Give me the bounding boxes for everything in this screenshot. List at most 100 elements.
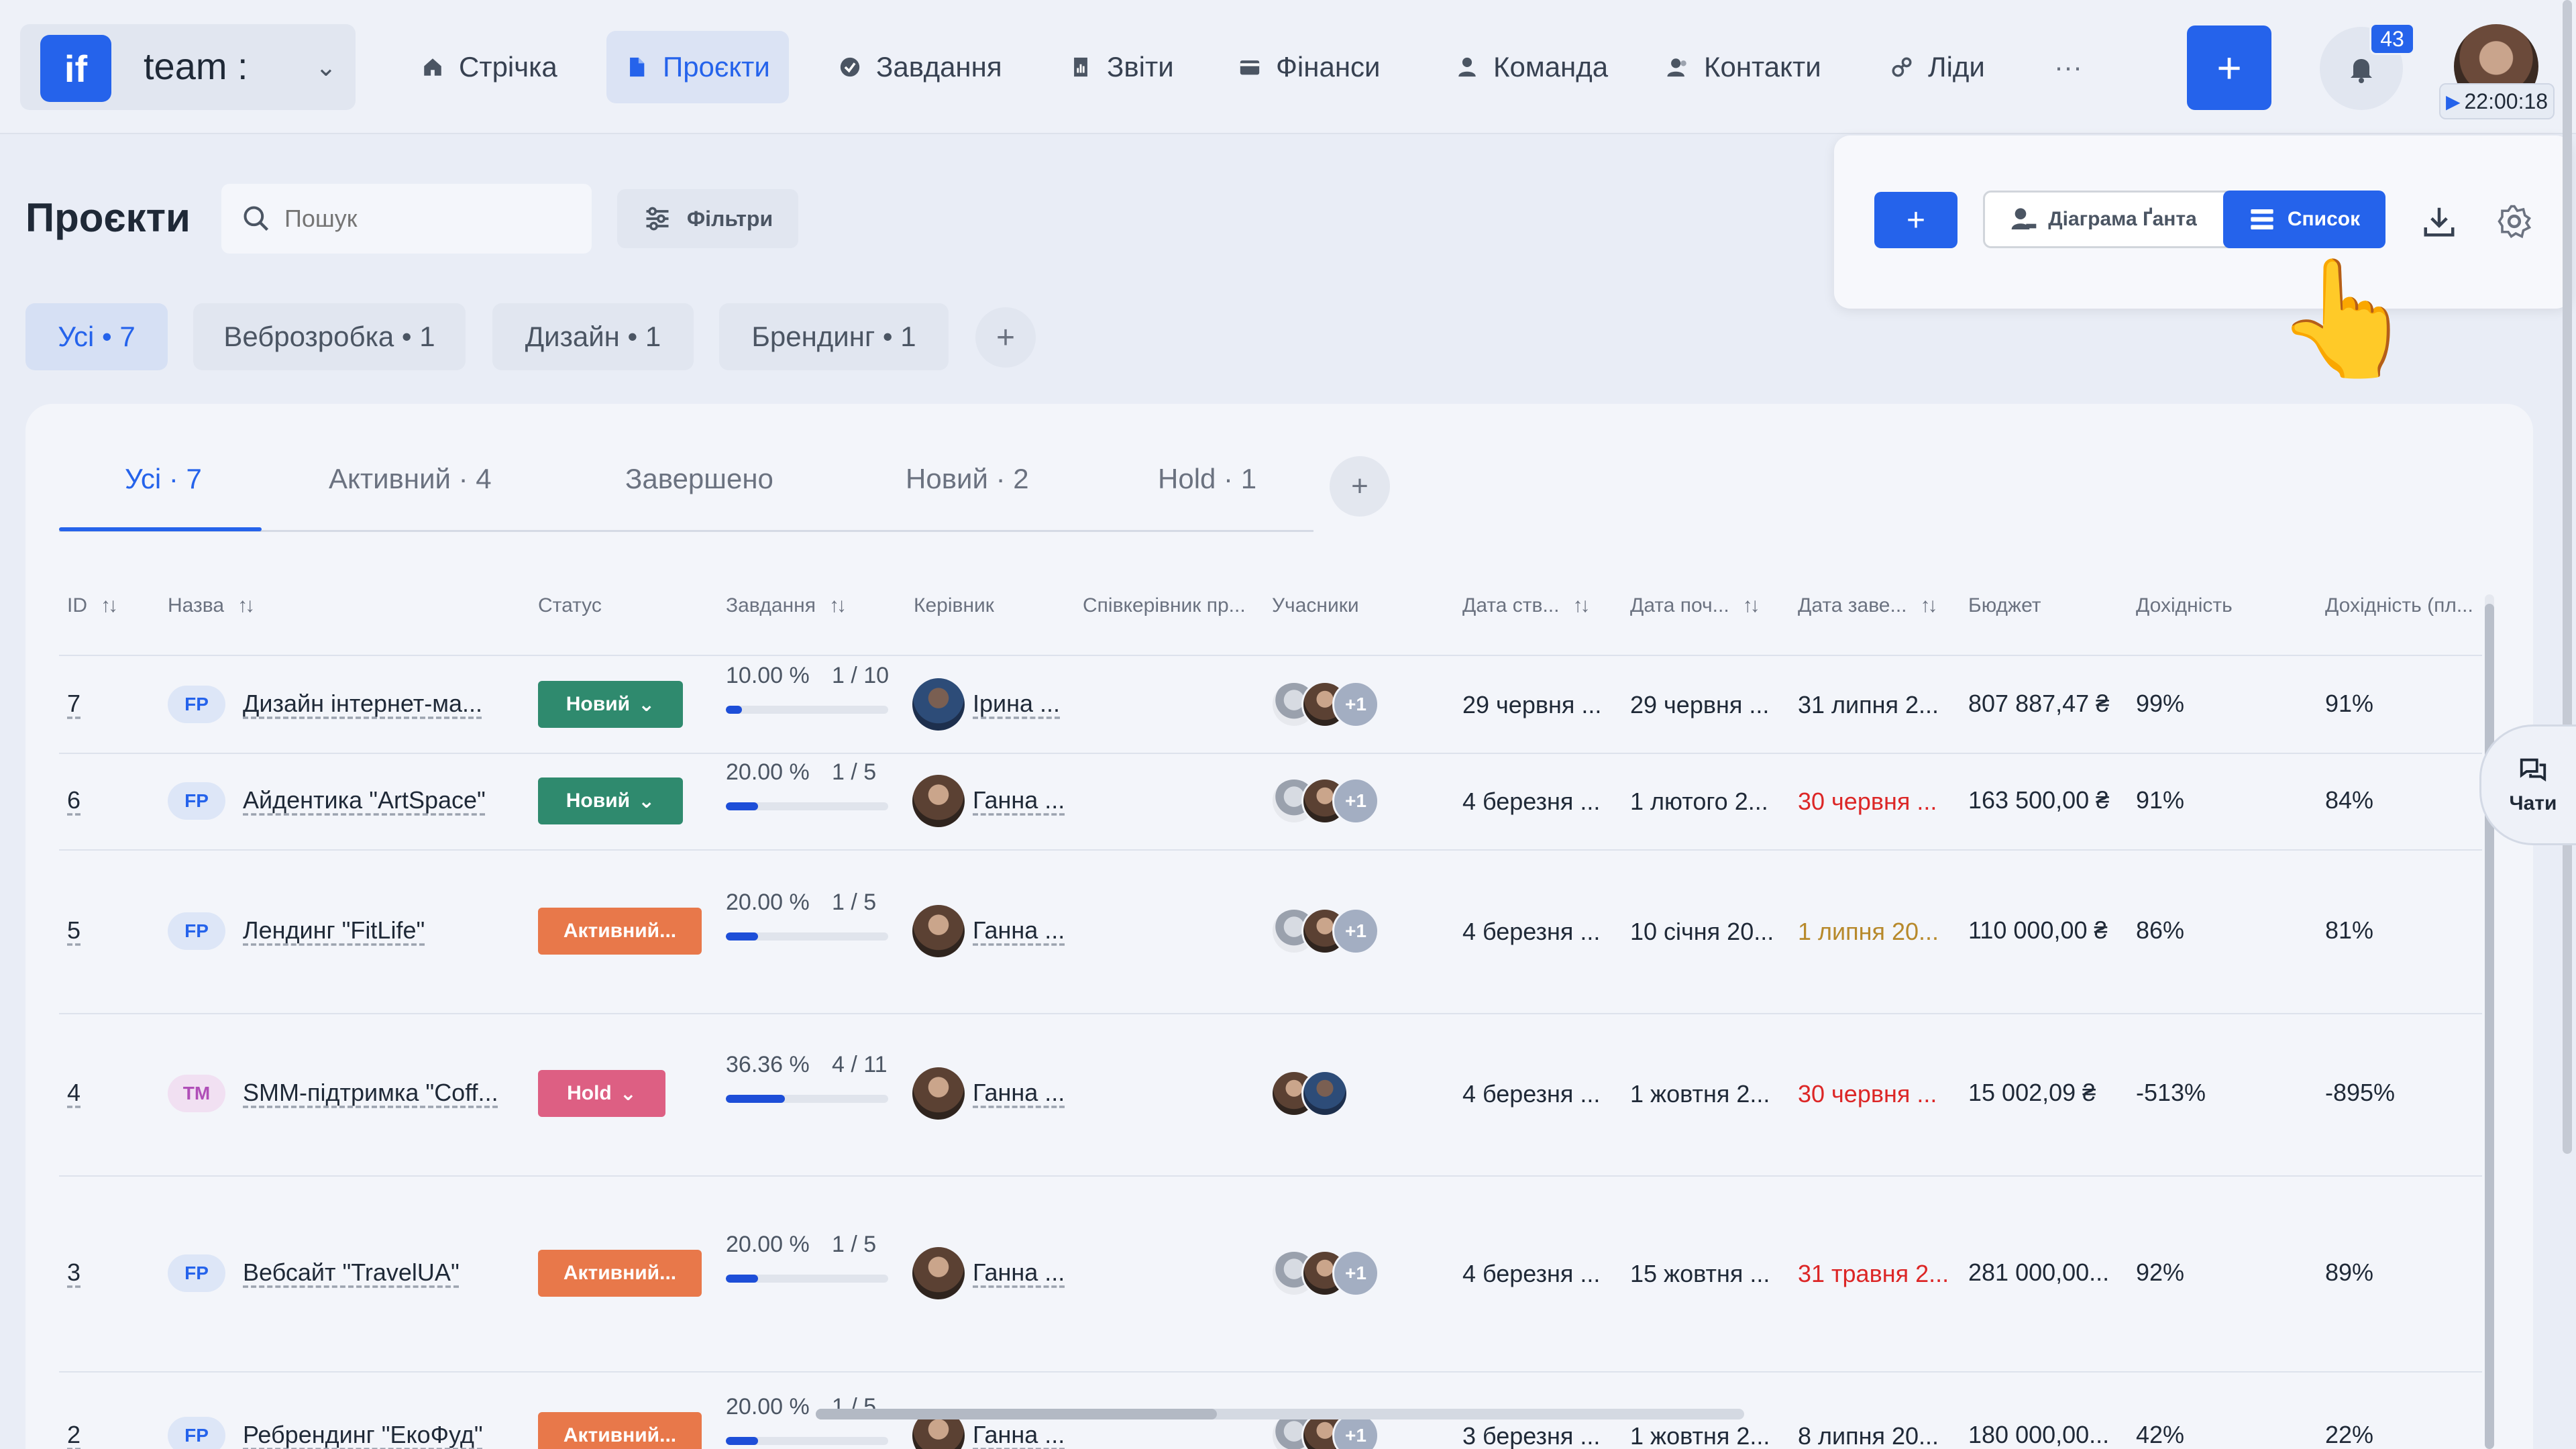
project-id[interactable]: 6 <box>67 786 80 814</box>
created-date: 4 березня ... <box>1462 1080 1601 1108</box>
manager-avatar[interactable] <box>912 775 965 827</box>
sort-icon[interactable]: ↑↓ <box>1572 594 1590 617</box>
column-label: ID <box>67 594 87 616</box>
nav-item-finance[interactable]: Фінанси <box>1220 31 1399 103</box>
list-view-button[interactable]: Список <box>2223 191 2385 248</box>
column-header-end[interactable]: Дата заве... ↑↓ <box>1798 594 1938 617</box>
sort-icon[interactable]: ↑↓ <box>237 594 255 617</box>
play-icon: ▶ <box>2445 91 2461 112</box>
participants-more-badge[interactable]: +1 <box>1332 908 1379 955</box>
column-header-manager: Керівник <box>914 594 994 617</box>
project-id[interactable]: 3 <box>67 1258 80 1287</box>
nav-item-leads[interactable]: Ліди <box>1872 31 2004 103</box>
active-tab-indicator <box>59 527 262 531</box>
project-id[interactable]: 2 <box>67 1421 80 1449</box>
global-add-button[interactable]: + <box>2187 25 2271 110</box>
time-tracker[interactable]: ▶ 22:00:18 <box>2439 83 2555 119</box>
column-header-created[interactable]: Дата ств... ↑↓ <box>1462 594 1590 617</box>
nav-item-team[interactable]: Команда <box>1437 31 1627 103</box>
task-progress-percent: 36.36 % <box>726 1052 810 1077</box>
manager-name-link[interactable]: Ганна ... <box>973 1079 1065 1107</box>
add-status-tab-button[interactable]: + <box>1330 456 1390 517</box>
end-date: 31 липня 2... <box>1798 691 1939 718</box>
manager-name-link[interactable]: Ганна ... <box>973 916 1065 945</box>
project-name-link[interactable]: Ребрендинг "ЕкоФуд" <box>243 1421 483 1449</box>
project-id[interactable]: 7 <box>67 690 80 718</box>
nav-item-contacts[interactable]: Контакти <box>1648 31 1840 103</box>
task-progress-fill <box>726 1095 785 1103</box>
manager-avatar[interactable] <box>912 905 965 957</box>
search-input[interactable] <box>284 205 566 233</box>
sort-icon[interactable]: ↑↓ <box>1921 594 1938 617</box>
status-dropdown[interactable]: Hold ⌄ <box>538 1070 665 1117</box>
participants-more-badge[interactable]: +1 <box>1332 1250 1379 1297</box>
category-tab-design[interactable]: Дизайн • 1 <box>492 303 694 370</box>
sort-icon[interactable]: ↑↓ <box>101 594 118 617</box>
column-header-id[interactable]: ID ↑↓ <box>67 594 118 617</box>
manager-name-link[interactable]: Ганна ... <box>973 786 1065 814</box>
participants-more-badge[interactable]: +1 <box>1332 777 1379 824</box>
status-dropdown[interactable]: Активний... <box>538 1250 702 1297</box>
column-header-name[interactable]: Назва ↑↓ <box>168 594 255 617</box>
horizontal-scrollbar-thumb[interactable] <box>816 1409 1217 1419</box>
status-tab-hold[interactable]: Hold · 1 <box>1158 463 1256 495</box>
manager-name-link[interactable]: Ганна ... <box>973 1258 1065 1287</box>
project-name-link[interactable]: Вебсайт "TravelUA" <box>243 1258 460 1287</box>
category-tab-all[interactable]: Усі • 7 <box>25 303 168 370</box>
list-icon <box>2251 209 2273 229</box>
gantt-view-button[interactable]: Діаграма Ґанта <box>1986 193 2222 246</box>
participant-avatar[interactable] <box>1301 1070 1348 1117</box>
project-id[interactable]: 5 <box>67 916 80 945</box>
project-id[interactable]: 4 <box>67 1079 80 1107</box>
chats-button[interactable]: Чати <box>2479 724 2576 845</box>
status-tab-new[interactable]: Новий · 2 <box>906 463 1029 495</box>
nav-item-reports[interactable]: Звіти <box>1051 31 1193 103</box>
category-tab-branding[interactable]: Брендинг • 1 <box>719 303 949 370</box>
start-date: 15 жовтня ... <box>1630 1260 1770 1287</box>
add-category-button[interactable]: + <box>975 307 1036 368</box>
document-icon <box>625 56 648 78</box>
nav-more-button[interactable]: ··· <box>2035 31 2101 103</box>
column-header-tasks[interactable]: Завдання ↑↓ <box>726 594 847 617</box>
page-title: Проєкти <box>25 195 191 240</box>
column-header-start[interactable]: Дата поч... ↑↓ <box>1630 594 1760 617</box>
manager-name-link[interactable]: Ганна ... <box>973 1421 1065 1449</box>
manager-name-link[interactable]: Ірина ... <box>973 690 1060 718</box>
status-dropdown[interactable]: Активний... <box>538 1412 702 1449</box>
profit-value: 99% <box>2136 690 2185 717</box>
task-progress-bar <box>726 706 888 714</box>
search-box[interactable] <box>221 184 592 254</box>
add-project-button[interactable]: + <box>1874 192 1957 248</box>
filters-button[interactable]: Фільтри <box>617 189 798 248</box>
chevron-down-icon[interactable]: ⌄ <box>315 52 337 83</box>
project-name-link[interactable]: Айдентика "ArtSpace" <box>243 786 486 814</box>
manager-avatar[interactable] <box>912 1247 965 1299</box>
row-divider <box>59 655 2482 656</box>
manager-avatar[interactable] <box>912 1067 965 1120</box>
page-scrollbar[interactable] <box>2563 0 2572 1154</box>
status-tab-active[interactable]: Активний · 4 <box>329 463 492 495</box>
sort-icon[interactable]: ↑↓ <box>829 594 847 617</box>
project-name-link[interactable]: SMM-підтримка "Coff... <box>243 1079 498 1107</box>
download-button[interactable] <box>2414 196 2465 247</box>
participants-more-badge[interactable]: +1 <box>1332 681 1379 728</box>
profit-plan-value: 84% <box>2325 786 2374 814</box>
status-dropdown[interactable]: Активний... <box>538 908 702 955</box>
manager-avatar[interactable] <box>912 678 965 731</box>
profit-plan-value: -895% <box>2325 1079 2396 1106</box>
settings-button[interactable] <box>2489 196 2540 247</box>
nav-item-projects[interactable]: Проєкти <box>606 31 789 103</box>
status-dropdown[interactable]: Новий ⌄ <box>538 681 683 728</box>
nav-item-feed[interactable]: Стрічка <box>402 31 576 103</box>
column-label: Завдання <box>726 594 816 616</box>
table-scrollbar-thumb[interactable] <box>2485 604 2494 1449</box>
project-name-link[interactable]: Лендинг "FitLife" <box>243 916 425 945</box>
status-dropdown[interactable]: Новий ⌄ <box>538 777 683 824</box>
status-tab-all[interactable]: Усі · 7 <box>125 463 202 495</box>
project-name-link[interactable]: Дизайн інтернет-ма... <box>243 690 482 718</box>
status-tab-completed[interactable]: Завершено <box>625 463 773 495</box>
category-tab-webdev[interactable]: Веброзробка • 1 <box>193 303 466 370</box>
status-label: Активний... <box>563 1424 677 1446</box>
sort-icon[interactable]: ↑↓ <box>1743 594 1760 617</box>
nav-item-tasks[interactable]: Завдання <box>820 31 1021 103</box>
